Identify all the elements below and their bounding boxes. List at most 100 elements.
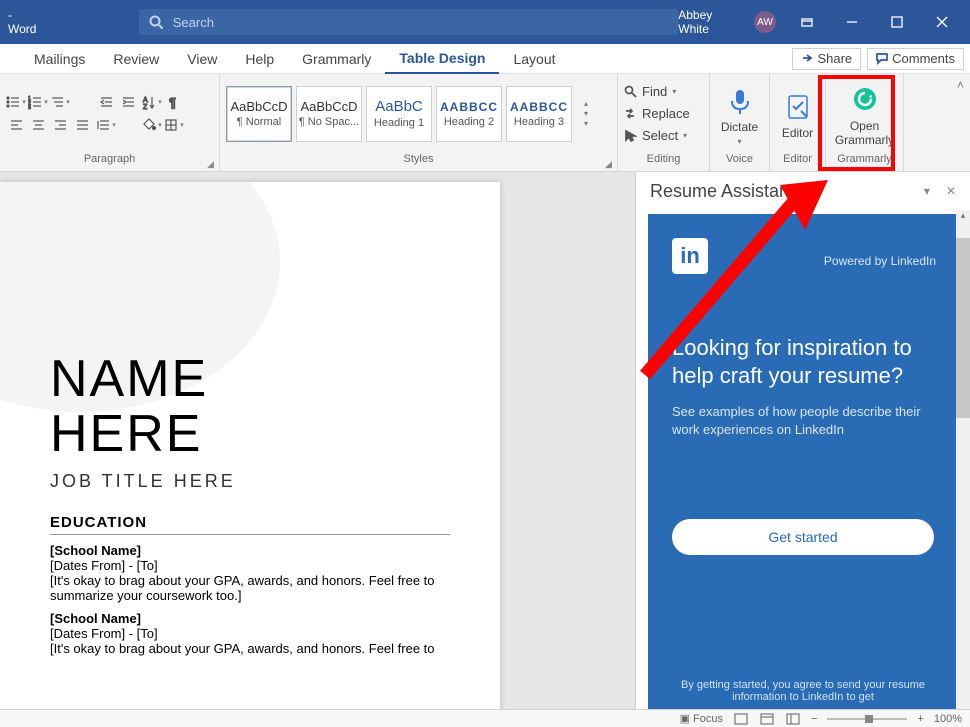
group-label-paragraph: Paragraph <box>0 153 219 171</box>
resume-name-line2[interactable]: HERE <box>50 407 470 462</box>
tab-view[interactable]: View <box>173 44 231 74</box>
style-heading-1[interactable]: AaBbCHeading 1 <box>366 86 432 142</box>
editor-icon <box>783 93 813 123</box>
style-heading-3[interactable]: AABBCCHeading 3 <box>506 86 572 142</box>
zoom-level[interactable]: 100% <box>934 713 962 725</box>
tab-grammarly[interactable]: Grammarly <box>288 44 385 74</box>
avatar[interactable]: AW <box>754 11 776 33</box>
styles-more-button[interactable]: ▴▾▾ <box>578 99 594 128</box>
ribbon-display-button[interactable] <box>784 0 829 44</box>
select-button[interactable]: Select▾ <box>624 126 690 146</box>
borders-button[interactable] <box>164 115 184 135</box>
group-editing: Find▾ Replace Select▾ Editing <box>618 74 710 171</box>
user-name: Abbey White <box>678 8 746 36</box>
search-placeholder: Search <box>173 15 214 30</box>
microphone-icon <box>725 87 755 117</box>
document-page[interactable]: NAME HERE JOB TITLE HERE EDUCATION [Scho… <box>0 182 500 727</box>
styles-dialog-launcher[interactable]: ◢ <box>605 159 615 169</box>
group-label-styles: Styles <box>220 153 617 171</box>
group-grammarly: Open Grammarly Grammarly <box>826 74 904 171</box>
pane-close-button[interactable]: ✕ <box>946 184 956 198</box>
line-spacing-button[interactable] <box>96 115 116 135</box>
tab-help[interactable]: Help <box>231 44 288 74</box>
pane-disclaimer: By getting started, you agree to send yo… <box>672 679 934 703</box>
justify-button[interactable] <box>72 115 92 135</box>
zoom-slider[interactable] <box>827 718 907 720</box>
share-icon <box>801 53 813 65</box>
bullets-button[interactable] <box>6 92 26 112</box>
group-label-voice: Voice <box>710 153 769 171</box>
align-center-button[interactable] <box>28 115 48 135</box>
svg-text:¶: ¶ <box>169 95 176 110</box>
titlebar: - Word Search Abbey White AW <box>0 0 970 44</box>
web-layout-button[interactable] <box>785 712 801 726</box>
education-entry[interactable]: [School Name] [Dates From] - [To] [It's … <box>50 543 450 603</box>
pane-options-button[interactable]: ▾ <box>924 184 930 198</box>
style-normal[interactable]: AaBbCcD¶ Normal <box>226 86 292 142</box>
svg-text:3: 3 <box>28 105 31 110</box>
show-paragraph-marks-button[interactable]: ¶ <box>164 92 184 112</box>
editor-button[interactable]: Editor <box>770 88 825 140</box>
print-layout-button[interactable] <box>759 712 775 726</box>
numbering-button[interactable]: 123 <box>28 92 48 112</box>
search-box[interactable]: Search <box>139 9 678 35</box>
workspace: NAME HERE JOB TITLE HERE EDUCATION [Scho… <box>0 172 970 727</box>
group-paragraph: 123 <box>0 74 220 171</box>
open-grammarly-button[interactable]: Open Grammarly <box>836 81 894 147</box>
tab-layout[interactable]: Layout <box>499 44 569 74</box>
group-styles: AaBbCcD¶ Normal AaBbCcD¶ No Spac... AaBb… <box>220 74 618 171</box>
maximize-button[interactable] <box>874 0 919 44</box>
group-label-editor: Editor <box>770 153 825 171</box>
shading-button[interactable] <box>142 115 162 135</box>
svg-text:Z: Z <box>143 104 148 110</box>
zoom-in-button[interactable]: + <box>917 713 923 725</box>
dictate-button[interactable]: Dictate ▾ <box>711 82 769 146</box>
close-button[interactable] <box>919 0 964 44</box>
user-area: Abbey White AW <box>678 0 970 44</box>
find-button[interactable]: Find▾ <box>624 82 690 102</box>
zoom-out-button[interactable]: − <box>811 713 817 725</box>
group-editor: Editor Editor <box>770 74 826 171</box>
tab-mailings[interactable]: Mailings <box>20 44 99 74</box>
pane-scrollbar[interactable]: ▴ <box>956 210 970 727</box>
document-area[interactable]: NAME HERE JOB TITLE HERE EDUCATION [Scho… <box>0 172 635 727</box>
style-no-spacing[interactable]: AaBbCcD¶ No Spac... <box>296 86 362 142</box>
grammarly-icon <box>850 86 880 116</box>
paragraph-dialog-launcher[interactable]: ◢ <box>207 159 217 169</box>
resume-job-title[interactable]: JOB TITLE HERE <box>50 471 470 492</box>
search-icon <box>149 15 163 29</box>
minimize-button[interactable] <box>829 0 874 44</box>
group-label-grammarly: Grammarly <box>826 153 903 171</box>
style-heading-2[interactable]: AABBCCHeading 2 <box>436 86 502 142</box>
comment-icon <box>876 53 888 65</box>
align-left-button[interactable] <box>6 115 26 135</box>
align-right-button[interactable] <box>50 115 70 135</box>
decrease-indent-button[interactable] <box>96 92 116 112</box>
education-entry[interactable]: [School Name] [Dates From] - [To] [It's … <box>50 611 450 656</box>
app-title: - Word <box>0 8 44 36</box>
share-button[interactable]: Share <box>792 48 861 70</box>
resume-name-line1[interactable]: NAME <box>50 352 470 407</box>
group-voice: Dictate ▾ Voice <box>710 74 770 171</box>
tab-table-design[interactable]: Table Design <box>385 44 499 74</box>
pane-headline: Looking for inspiration to help craft yo… <box>672 334 934 389</box>
comments-button[interactable]: Comments <box>867 48 964 70</box>
powered-by-label: Powered by LinkedIn <box>824 254 936 268</box>
group-label-editing: Editing <box>618 153 709 171</box>
find-icon <box>624 85 637 98</box>
ribbon: 123 <box>0 74 970 172</box>
read-mode-button[interactable] <box>733 712 749 726</box>
select-icon <box>624 129 637 142</box>
section-education[interactable]: EDUCATION <box>50 514 450 535</box>
sort-button[interactable]: AZ <box>142 92 162 112</box>
tab-review[interactable]: Review <box>99 44 173 74</box>
increase-indent-button[interactable] <box>118 92 138 112</box>
get-started-button[interactable]: Get started <box>672 519 934 555</box>
scrollbar-thumb[interactable] <box>956 238 970 418</box>
statusbar: ▣ Focus − + 100% <box>0 709 970 727</box>
multilevel-list-button[interactable] <box>50 92 70 112</box>
collapse-ribbon-button[interactable]: ˄ <box>957 78 964 92</box>
focus-mode-button[interactable]: ▣ Focus <box>680 712 723 725</box>
svg-text:A: A <box>143 97 148 104</box>
replace-button[interactable]: Replace <box>624 104 690 124</box>
